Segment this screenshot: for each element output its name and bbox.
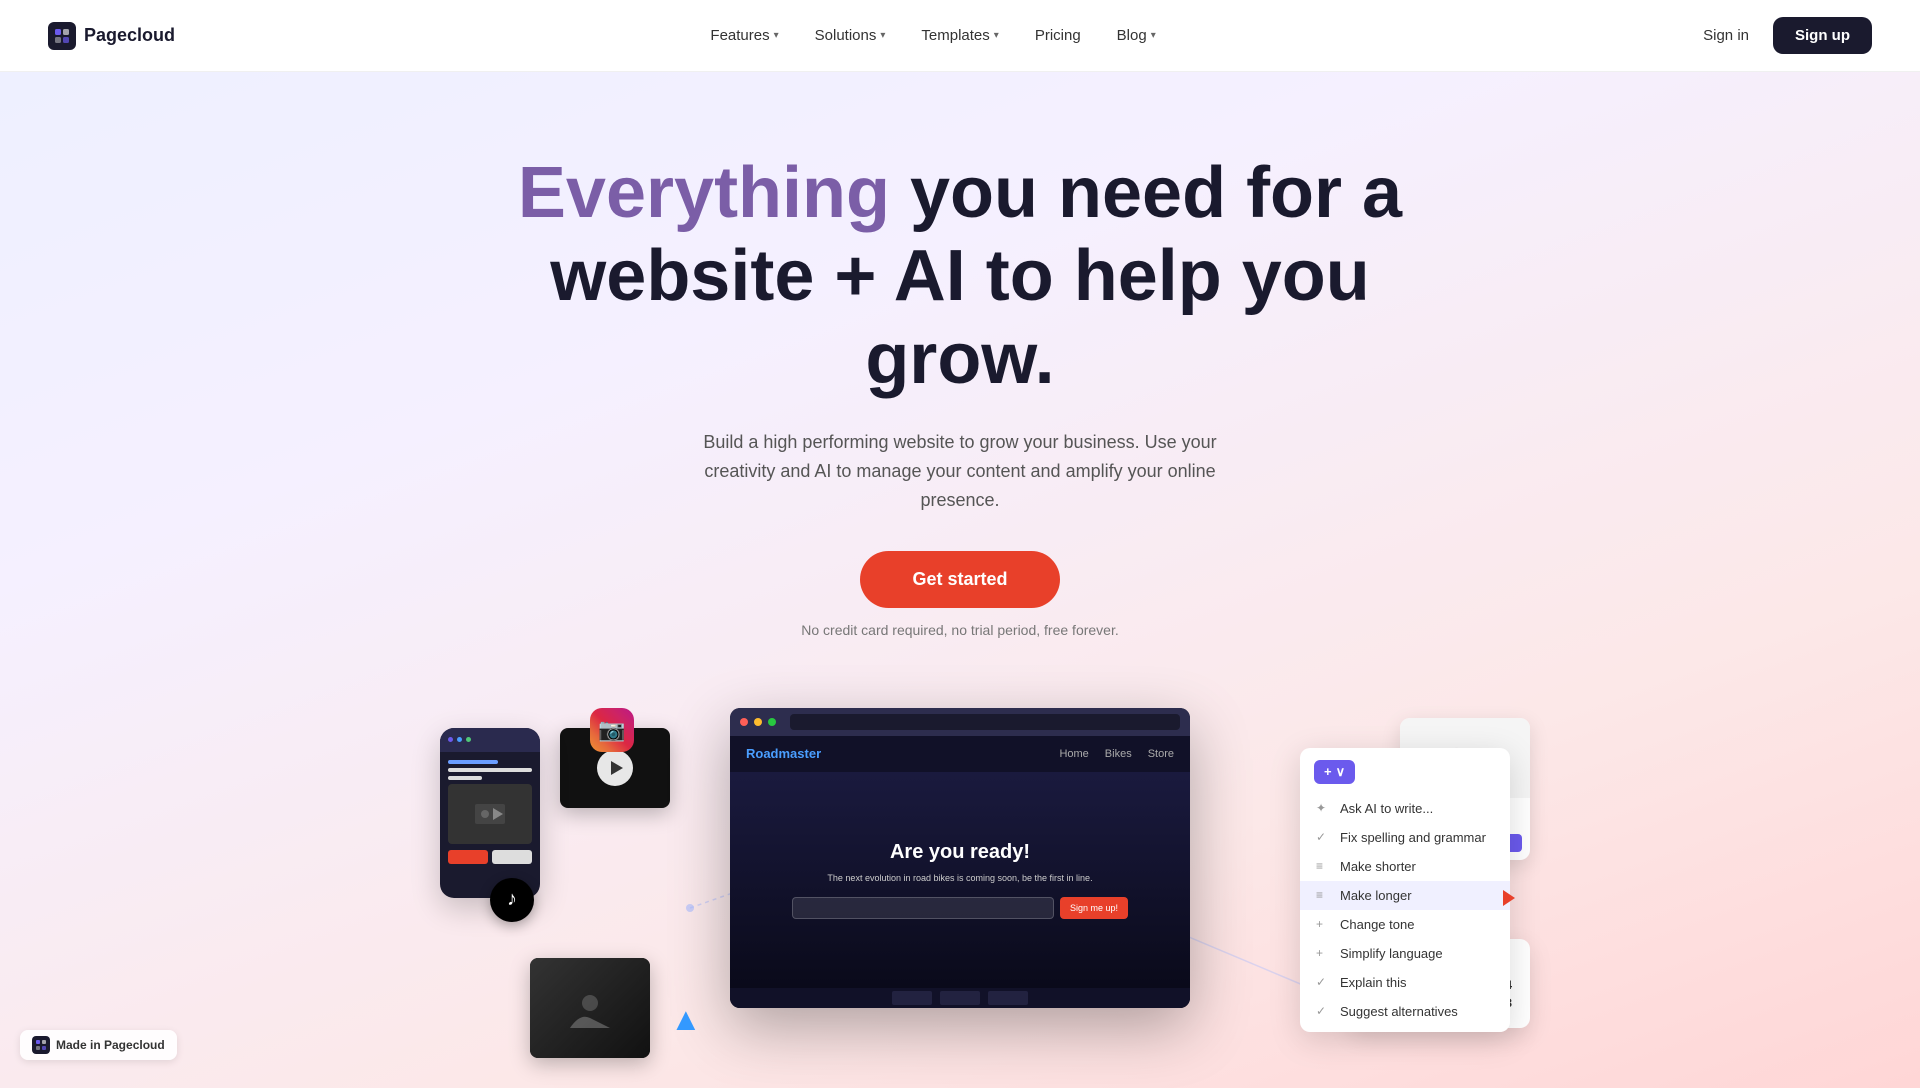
hero-note: No credit card required, no trial period… xyxy=(801,622,1119,638)
ai-make-longer[interactable]: ≡ Make longer xyxy=(1300,881,1510,910)
phone-mockup xyxy=(440,728,540,898)
ai-menu-header: + ∨ xyxy=(1300,754,1510,794)
browser-inner-nav: Roadmaster Home Bikes Store xyxy=(730,736,1190,772)
lines-icon: ≡ xyxy=(1316,859,1330,873)
play-icon xyxy=(597,750,633,786)
cursor-arrow-icon: ▲ xyxy=(670,1001,702,1038)
nav-features[interactable]: Features ▾ xyxy=(694,19,794,52)
browser-hero-title: Are you ready! xyxy=(890,841,1030,864)
browser-email-input xyxy=(792,897,1054,919)
made-in-pagecloud-badge[interactable]: Made in Pagecloud xyxy=(20,1030,177,1060)
hero-title-highlight: Everything xyxy=(518,153,890,233)
signup-button[interactable]: Sign up xyxy=(1773,17,1872,54)
browser-email-row: Sign me up! xyxy=(792,897,1128,919)
nav-blog[interactable]: Blog ▾ xyxy=(1101,19,1172,52)
signin-button[interactable]: Sign in xyxy=(1691,19,1761,52)
browser-bottom-strip xyxy=(730,988,1190,1008)
image-card-inner xyxy=(530,958,650,1058)
pagecloud-logo-icon xyxy=(32,1036,50,1054)
nav-solutions[interactable]: Solutions ▾ xyxy=(799,19,902,52)
browser-brand: Roadmaster xyxy=(746,746,821,761)
ai-ask-write[interactable]: ✦ Ask AI to write... xyxy=(1300,794,1510,823)
browser-hero-area: Are you ready! The next evolution in roa… xyxy=(730,772,1190,988)
cursor-icon xyxy=(1503,890,1515,906)
browser-content: Roadmaster Home Bikes Store Are you read… xyxy=(730,736,1190,1008)
logo-icon xyxy=(48,22,76,50)
instagram-icon: 📷 xyxy=(590,708,634,752)
made-badge-label: Made in Pagecloud xyxy=(56,1038,165,1052)
browser-url-bar xyxy=(790,714,1180,730)
ai-change-tone[interactable]: + Change tone xyxy=(1300,910,1510,939)
browser-mockup: Roadmaster Home Bikes Store Are you read… xyxy=(730,708,1190,1008)
hero-subtitle: Build a high performing website to grow … xyxy=(670,428,1250,514)
nav-templates[interactable]: Templates ▾ xyxy=(905,19,1014,52)
logo-text: Pagecloud xyxy=(84,25,175,46)
sparkle-icon: ✦ xyxy=(1316,801,1330,815)
hero-visual: 📷 ♪ Roadmaster Home Bikes xyxy=(360,708,1560,1088)
plus-icon: + xyxy=(1316,946,1330,960)
navigation: Pagecloud Features ▾ Solutions ▾ Templat… xyxy=(0,0,1920,72)
plus-icon: + xyxy=(1316,917,1330,931)
ai-context-menu: + ∨ ✦ Ask AI to write... ✓ Fix spelling … xyxy=(1300,748,1510,1032)
nav-actions: Sign in Sign up xyxy=(1691,17,1872,54)
lines-icon: ≡ xyxy=(1316,888,1330,902)
ai-fix-spelling[interactable]: ✓ Fix spelling and grammar xyxy=(1300,823,1510,852)
tiktok-icon: ♪ xyxy=(490,878,534,922)
nav-pricing[interactable]: Pricing xyxy=(1019,19,1097,52)
ai-plus-button[interactable]: + ∨ xyxy=(1314,760,1355,784)
browser-nav-items: Home Bikes Store xyxy=(1059,748,1174,760)
chevron-down-icon: ▾ xyxy=(994,30,999,41)
logo[interactable]: Pagecloud xyxy=(48,22,175,50)
hero-title: Everything you need for a website + AI t… xyxy=(510,152,1410,400)
browser-hero-sub: The next evolution in road bikes is comi… xyxy=(827,872,1092,886)
check-icon: ✓ xyxy=(1316,975,1330,989)
chevron-down-icon: ▾ xyxy=(774,30,779,41)
hero-section: Everything you need for a website + AI t… xyxy=(0,72,1920,1088)
ai-suggest-alternatives[interactable]: ✓ Suggest alternatives xyxy=(1300,997,1510,1026)
ai-explain[interactable]: ✓ Explain this xyxy=(1300,968,1510,997)
browser-signup-btn: Sign me up! xyxy=(1060,897,1128,919)
check-icon: ✓ xyxy=(1316,830,1330,844)
get-started-button[interactable]: Get started xyxy=(860,551,1059,608)
nav-links: Features ▾ Solutions ▾ Templates ▾ Prici… xyxy=(694,19,1171,52)
chevron-down-icon: ▾ xyxy=(880,30,885,41)
ai-simplify[interactable]: + Simplify language xyxy=(1300,939,1510,968)
ai-make-shorter[interactable]: ≡ Make shorter xyxy=(1300,852,1510,881)
image-card xyxy=(530,958,650,1058)
browser-bar xyxy=(730,708,1190,736)
check-icon: ✓ xyxy=(1316,1004,1330,1018)
chevron-down-icon: ▾ xyxy=(1151,30,1156,41)
